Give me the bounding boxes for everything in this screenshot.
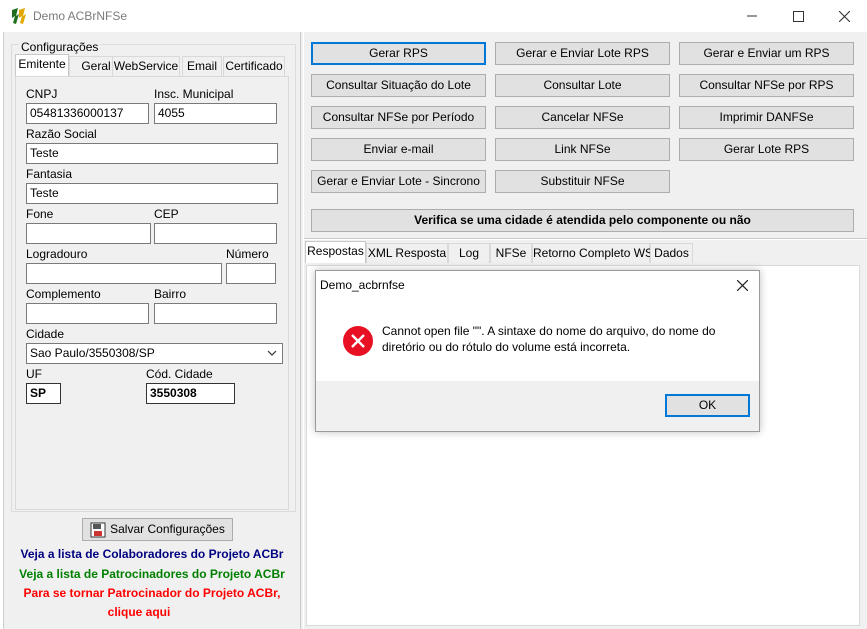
title-bar: Demo ACBrNFSe — [0, 0, 867, 32]
tab-xml-resposta[interactable]: XML Resposta — [366, 243, 448, 263]
maximize-button[interactable] — [775, 0, 821, 32]
tab-webservice[interactable]: WebService — [112, 56, 180, 76]
tab-respostas[interactable]: Respostas — [305, 241, 366, 263]
error-dialog: Demo_acbrnfse Cannot open file "". A sin… — [315, 270, 760, 432]
substituir-nfse-button[interactable]: Substituir NFSe — [495, 170, 670, 193]
link-nfse-button[interactable]: Link NFSe — [495, 138, 670, 161]
cod-cidade-input[interactable]: 3550308 — [146, 383, 235, 404]
verifica-cidade-button[interactable]: Verifica se uma cidade é atendida pelo c… — [311, 209, 854, 232]
uf-input[interactable]: SP — [26, 383, 61, 404]
gerar-lote-rps-button[interactable]: Gerar Lote RPS — [679, 138, 854, 161]
dialog-title: Demo_acbrnfse — [320, 278, 405, 292]
window-title: Demo ACBrNFSe — [33, 9, 128, 23]
bairro-label: Bairro — [154, 287, 187, 301]
cep-input[interactable] — [154, 223, 277, 244]
dialog-message-line1: Cannot open file "". A sintaxe do nome d… — [382, 324, 716, 338]
cep-label: CEP — [154, 207, 179, 221]
link-colaboradores[interactable]: Veja a lista de Colaboradores do Projeto… — [10, 547, 294, 561]
left-window-edge — [0, 32, 4, 629]
tab-dados[interactable]: Dados — [650, 243, 693, 263]
splitter[interactable] — [300, 32, 304, 629]
chevron-down-icon[interactable] — [265, 347, 279, 359]
numero-label: Número — [226, 247, 269, 261]
gerar-enviar-um-rps-button[interactable]: Gerar e Enviar um RPS — [679, 42, 854, 65]
consultar-nfse-periodo-button[interactable]: Consultar NFSe por Período — [311, 106, 486, 129]
razao-social-input[interactable]: Teste — [26, 143, 278, 164]
imprimir-danfse-button[interactable]: Imprimir DANFSe — [679, 106, 854, 129]
tab-nfse[interactable]: NFSe — [490, 243, 532, 263]
cancelar-nfse-button[interactable]: Cancelar NFSe — [495, 106, 670, 129]
razao-social-label: Razão Social — [26, 127, 97, 141]
gerar-enviar-lote-sincrono-button[interactable]: Gerar e Enviar Lote - Sincrono — [311, 170, 486, 193]
cnpj-input[interactable]: 05481336000137 — [26, 103, 149, 124]
tab-emitente[interactable]: Emitente — [15, 54, 69, 76]
bairro-input[interactable] — [154, 303, 277, 324]
insc-municipal-input[interactable]: 4055 — [154, 103, 277, 124]
consultar-lote-button[interactable]: Consultar Lote — [495, 74, 670, 97]
fone-input[interactable] — [26, 223, 151, 244]
consultar-nfse-rps-button[interactable]: Consultar NFSe por RPS — [679, 74, 854, 97]
cidade-select[interactable]: Sao Paulo/3550308/SP — [26, 343, 283, 364]
section-separator — [304, 238, 867, 240]
fone-label: Fone — [26, 207, 54, 221]
config-group-title: Configurações — [19, 40, 101, 54]
fantasia-label: Fantasia — [26, 167, 73, 181]
logradouro-input[interactable] — [26, 263, 222, 284]
save-config-label: Salvar Configurações — [110, 522, 225, 536]
error-icon — [342, 325, 374, 357]
link-tornar-patrocinador[interactable]: Para se tornar Patrocinador do Projeto A… — [10, 586, 294, 600]
tab-certificado[interactable]: Certificado — [223, 56, 285, 76]
gerar-rps-button[interactable]: Gerar RPS — [311, 42, 486, 65]
tab-email[interactable]: Email — [182, 56, 222, 76]
link-patrocinadores[interactable]: Veja a lista de Patrocinadores do Projet… — [10, 567, 294, 581]
save-icon — [90, 522, 106, 538]
insc-municipal-label: Insc. Municipal — [154, 87, 234, 101]
cnpj-label: CNPJ — [26, 87, 58, 101]
uf-label: UF — [26, 367, 42, 381]
consultar-situacao-lote-button[interactable]: Consultar Situação do Lote — [311, 74, 486, 97]
tab-log[interactable]: Log — [448, 243, 490, 263]
enviar-email-button[interactable]: Enviar e-mail — [311, 138, 486, 161]
ok-button[interactable]: OK — [665, 394, 750, 417]
link-clique-aqui[interactable]: clique aqui — [10, 605, 268, 619]
app-logo-icon — [10, 7, 30, 25]
close-button[interactable] — [821, 0, 867, 32]
numero-input[interactable] — [226, 263, 276, 284]
complemento-input[interactable] — [26, 303, 149, 324]
minimize-button[interactable] — [729, 0, 775, 32]
gerar-enviar-lote-rps-button[interactable]: Gerar e Enviar Lote RPS — [495, 42, 670, 65]
cidade-label: Cidade — [26, 327, 65, 341]
dialog-close-button[interactable] — [731, 276, 753, 294]
save-config-button[interactable]: Salvar Configurações — [82, 518, 233, 541]
tab-retorno-completo[interactable]: Retorno Completo WS — [532, 243, 653, 263]
complemento-label: Complemento — [26, 287, 101, 301]
cidade-selected-value: Sao Paulo/3550308/SP — [30, 346, 155, 360]
cod-cidade-label: Cód. Cidade — [146, 367, 213, 381]
config-tabs: Emitente Geral WebService Email Certific… — [15, 54, 285, 76]
result-tabs: Respostas XML Resposta Log NFSe Retorno … — [305, 241, 695, 265]
dialog-message-line2: diretório ou do rótulo do volume está in… — [382, 340, 631, 354]
fantasia-input[interactable]: Teste — [26, 183, 278, 204]
logradouro-label: Logradouro — [26, 247, 88, 261]
